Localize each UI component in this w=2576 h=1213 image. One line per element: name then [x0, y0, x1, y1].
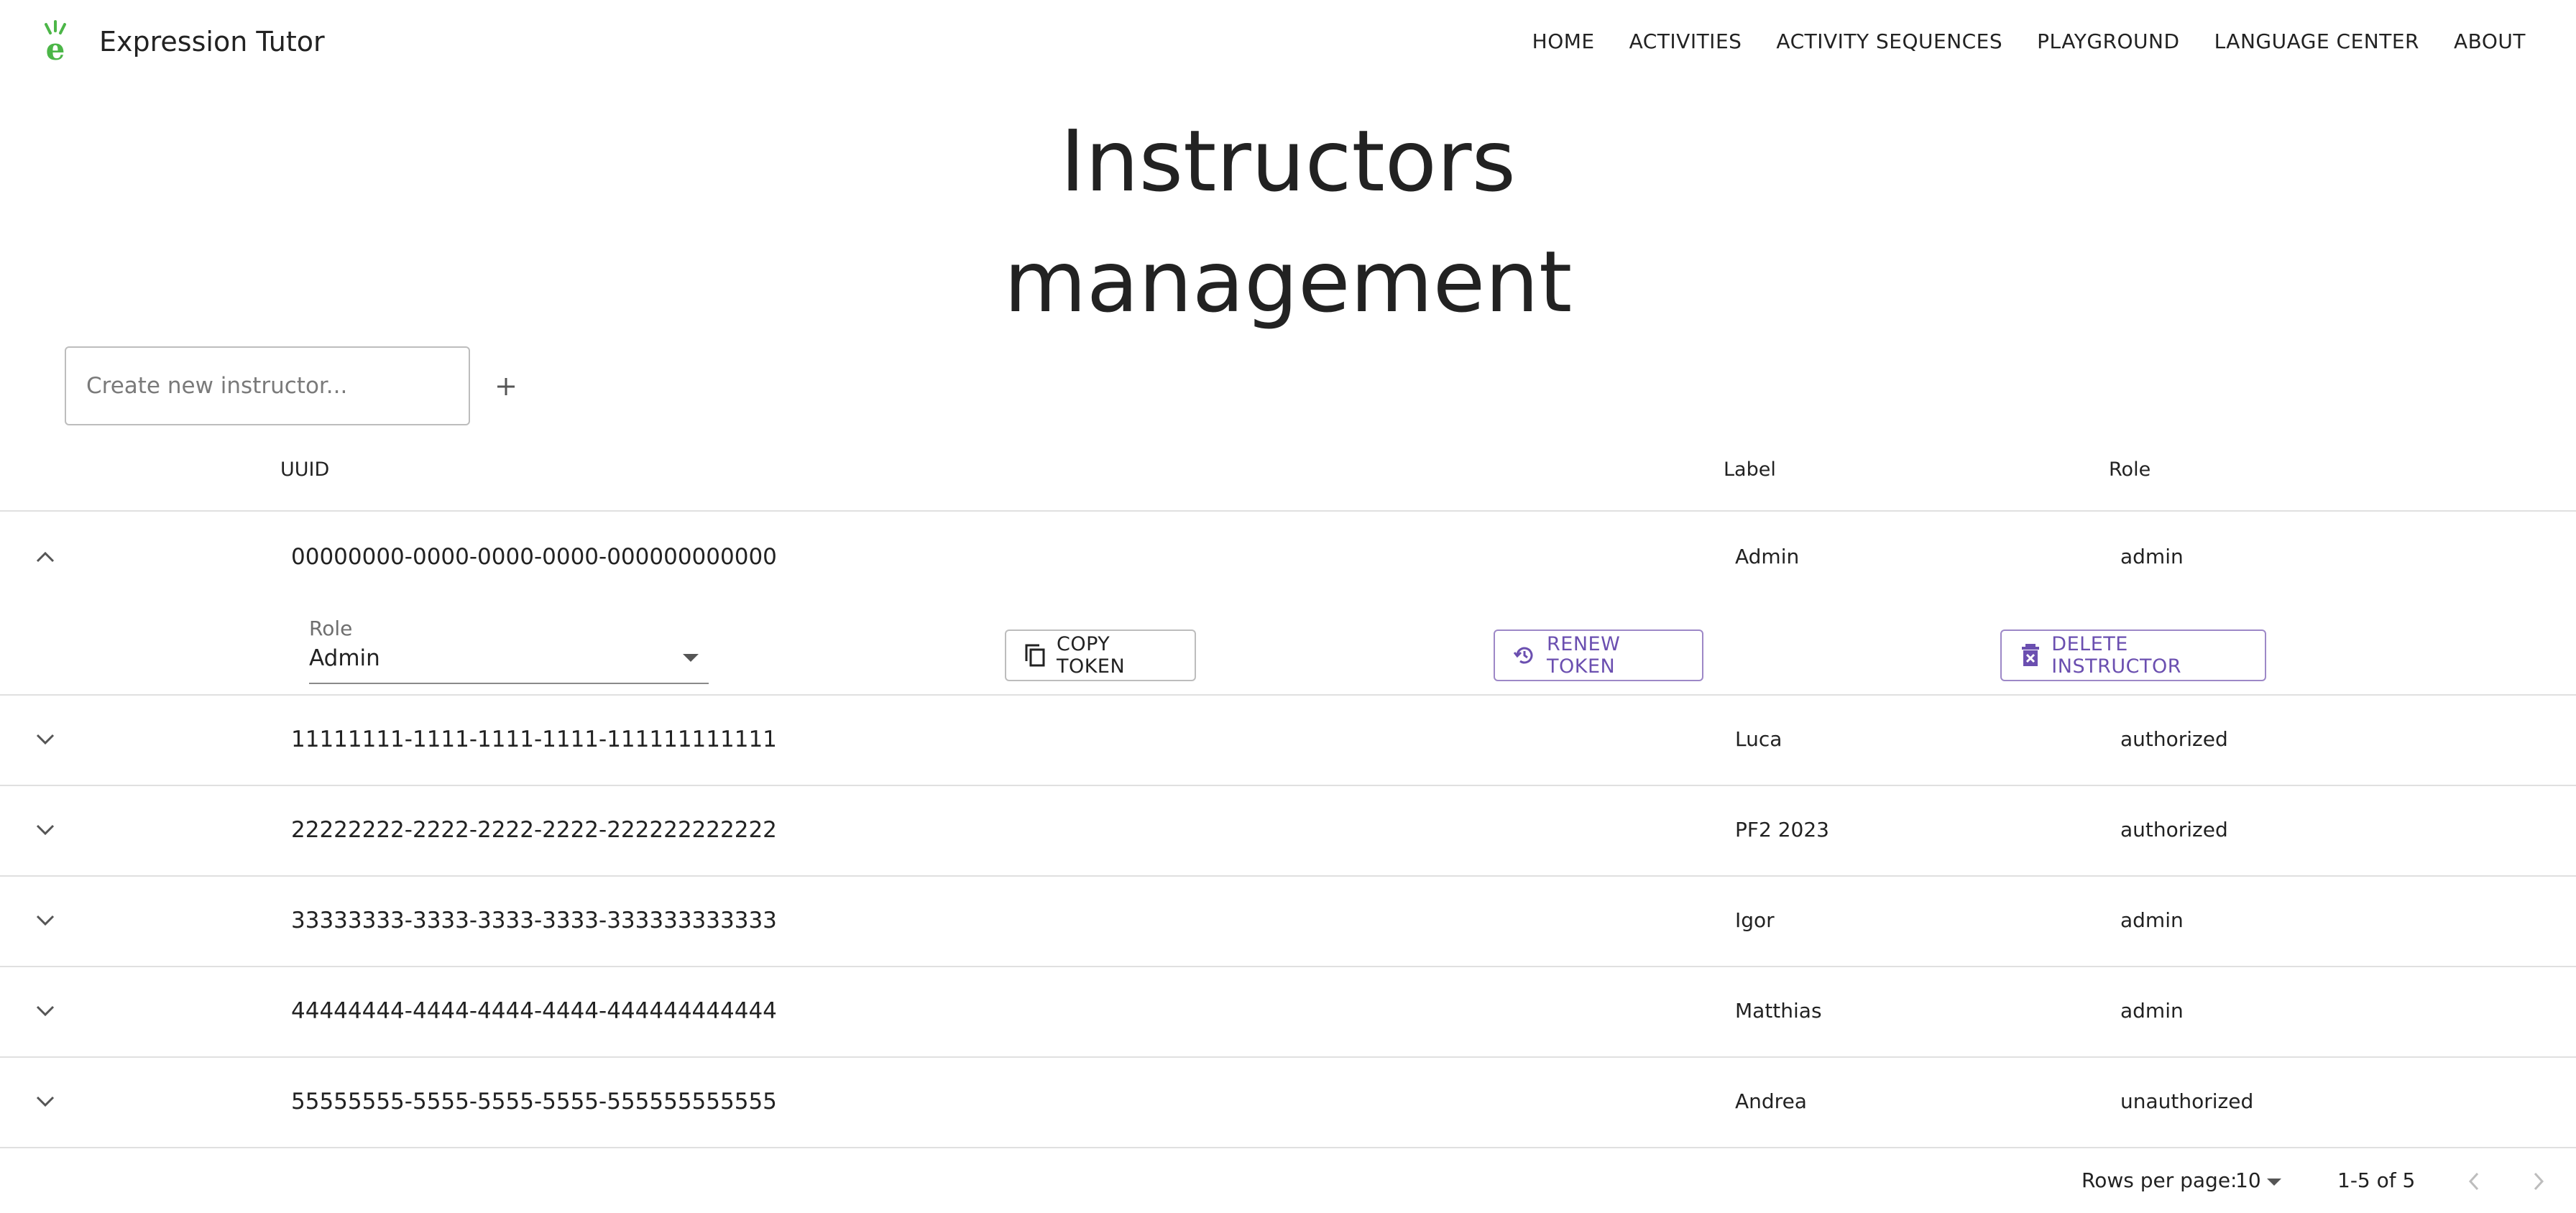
row-role: admin: [2120, 908, 2184, 932]
row-role: authorized: [2120, 818, 2228, 841]
chevron-up-icon: [36, 551, 55, 563]
app-title[interactable]: Expression Tutor: [99, 22, 325, 62]
row-detail-panel: Role Admin COPY TOKEN RENEW TOKEN DELETE…: [0, 602, 2576, 694]
role-select-label: Role: [309, 617, 353, 640]
trash-icon: [2019, 643, 2041, 668]
row-role: admin: [2120, 999, 2184, 1023]
chevron-down-icon: [36, 734, 55, 745]
column-header-uuid[interactable]: UUID: [280, 446, 329, 494]
role-select-value[interactable]: Admin: [309, 645, 380, 671]
row-uuid: 00000000-0000-0000-0000-000000000000: [291, 544, 777, 570]
chevron-down-icon: [36, 915, 55, 926]
table-row[interactable]: 33333333-3333-3333-3333-333333333333 Igo…: [0, 875, 2576, 967]
expression-tutor-logo-icon[interactable]: e: [37, 20, 73, 67]
expand-row-button[interactable]: [30, 905, 60, 936]
nav-activity-sequences[interactable]: ACTIVITY SEQUENCES: [1776, 22, 2002, 62]
chevron-down-icon: [36, 1005, 55, 1017]
app-bar: e Expression Tutor HOME ACTIVITIES ACTIV…: [0, 0, 2576, 83]
nav-activities[interactable]: ACTIVITIES: [1629, 22, 1742, 62]
nav-about[interactable]: ABOUT: [2454, 22, 2526, 62]
nav-playground[interactable]: PLAYGROUND: [2037, 22, 2179, 62]
table-header: UUID Label Role: [0, 446, 2576, 512]
row-label: Luca: [1735, 727, 1782, 751]
copy-token-label: COPY TOKEN: [1056, 633, 1126, 678]
create-instructor-input[interactable]: [85, 372, 461, 400]
create-instructor-field[interactable]: [65, 346, 470, 425]
renew-icon: [1512, 643, 1537, 668]
expand-row-button[interactable]: [30, 724, 60, 755]
column-header-role[interactable]: Role: [2109, 446, 2150, 494]
add-instructor-button[interactable]: [486, 366, 526, 407]
main-nav: HOME ACTIVITIES ACTIVITY SEQUENCES PLAYG…: [1532, 22, 2526, 62]
rows-per-page-select[interactable]: 10: [2235, 1168, 2261, 1192]
chevron-left-icon: [2468, 1172, 2479, 1191]
nav-language-center[interactable]: LANGUAGE CENTER: [2214, 22, 2419, 62]
page-title-line2: management: [1003, 232, 1573, 331]
svg-text:e: e: [46, 32, 65, 63]
plus-icon: [497, 378, 515, 395]
page-title-line1: Instructors: [1060, 111, 1516, 211]
expand-row-button[interactable]: [30, 1087, 60, 1117]
column-header-label[interactable]: Label: [1724, 446, 1776, 494]
expand-row-button[interactable]: [30, 996, 60, 1026]
previous-page-button[interactable]: [2460, 1167, 2488, 1196]
row-role: unauthorized: [2120, 1089, 2254, 1113]
role-select[interactable]: Role Admin: [309, 617, 709, 684]
row-uuid: 11111111-1111-1111-1111-111111111111: [291, 727, 777, 752]
delete-instructor-label: DELETE INSTRUCTOR: [2051, 633, 2181, 678]
row-role: authorized: [2120, 727, 2228, 751]
row-uuid: 55555555-5555-5555-5555-555555555555: [291, 1089, 777, 1115]
page-title: Instructors management: [0, 101, 2576, 342]
row-label: Admin: [1735, 545, 1800, 568]
chevron-down-icon: [36, 824, 55, 836]
next-page-button[interactable]: [2524, 1167, 2553, 1196]
renew-token-label: RENEW TOKEN: [1547, 633, 1621, 678]
row-label: Andrea: [1735, 1089, 1807, 1113]
table-row[interactable]: 55555555-5555-5555-5555-555555555555 And…: [0, 1056, 2576, 1148]
row-uuid: 44444444-4444-4444-4444-444444444444: [291, 998, 777, 1024]
row-uuid: 22222222-2222-2222-2222-222222222222: [291, 817, 777, 843]
table-row[interactable]: 11111111-1111-1111-1111-111111111111 Luc…: [0, 694, 2576, 786]
row-role: admin: [2120, 545, 2184, 568]
pagination-range: 1-5 of 5: [2337, 1168, 2416, 1192]
chevron-right-icon: [2534, 1172, 2544, 1191]
role-select-underline: [309, 683, 709, 684]
rows-per-page-label: Rows per page:: [2082, 1168, 2237, 1192]
copy-icon: [1024, 643, 1046, 668]
table-row[interactable]: 00000000-0000-0000-0000-000000000000 Adm…: [0, 512, 2576, 696]
row-label: Matthias: [1735, 999, 1822, 1023]
renew-token-button[interactable]: RENEW TOKEN: [1494, 629, 1703, 681]
expand-row-button[interactable]: [30, 815, 60, 845]
row-uuid: 33333333-3333-3333-3333-333333333333: [291, 908, 777, 933]
caret-down-icon[interactable]: [2267, 1179, 2281, 1186]
caret-down-icon[interactable]: [683, 654, 699, 662]
row-label: PF2 2023: [1735, 818, 1829, 841]
row-label: Igor: [1735, 908, 1775, 932]
chevron-down-icon: [36, 1096, 55, 1107]
nav-home[interactable]: HOME: [1532, 22, 1595, 62]
table-row[interactable]: 22222222-2222-2222-2222-222222222222 PF2…: [0, 785, 2576, 877]
delete-instructor-button[interactable]: DELETE INSTRUCTOR: [2000, 629, 2266, 681]
table-row[interactable]: 44444444-4444-4444-4444-444444444444 Mat…: [0, 966, 2576, 1058]
pagination-footer: Rows per page: 10 1-5 of 5: [0, 1150, 2576, 1213]
copy-token-button[interactable]: COPY TOKEN: [1005, 629, 1196, 681]
collapse-row-button[interactable]: [30, 542, 60, 572]
